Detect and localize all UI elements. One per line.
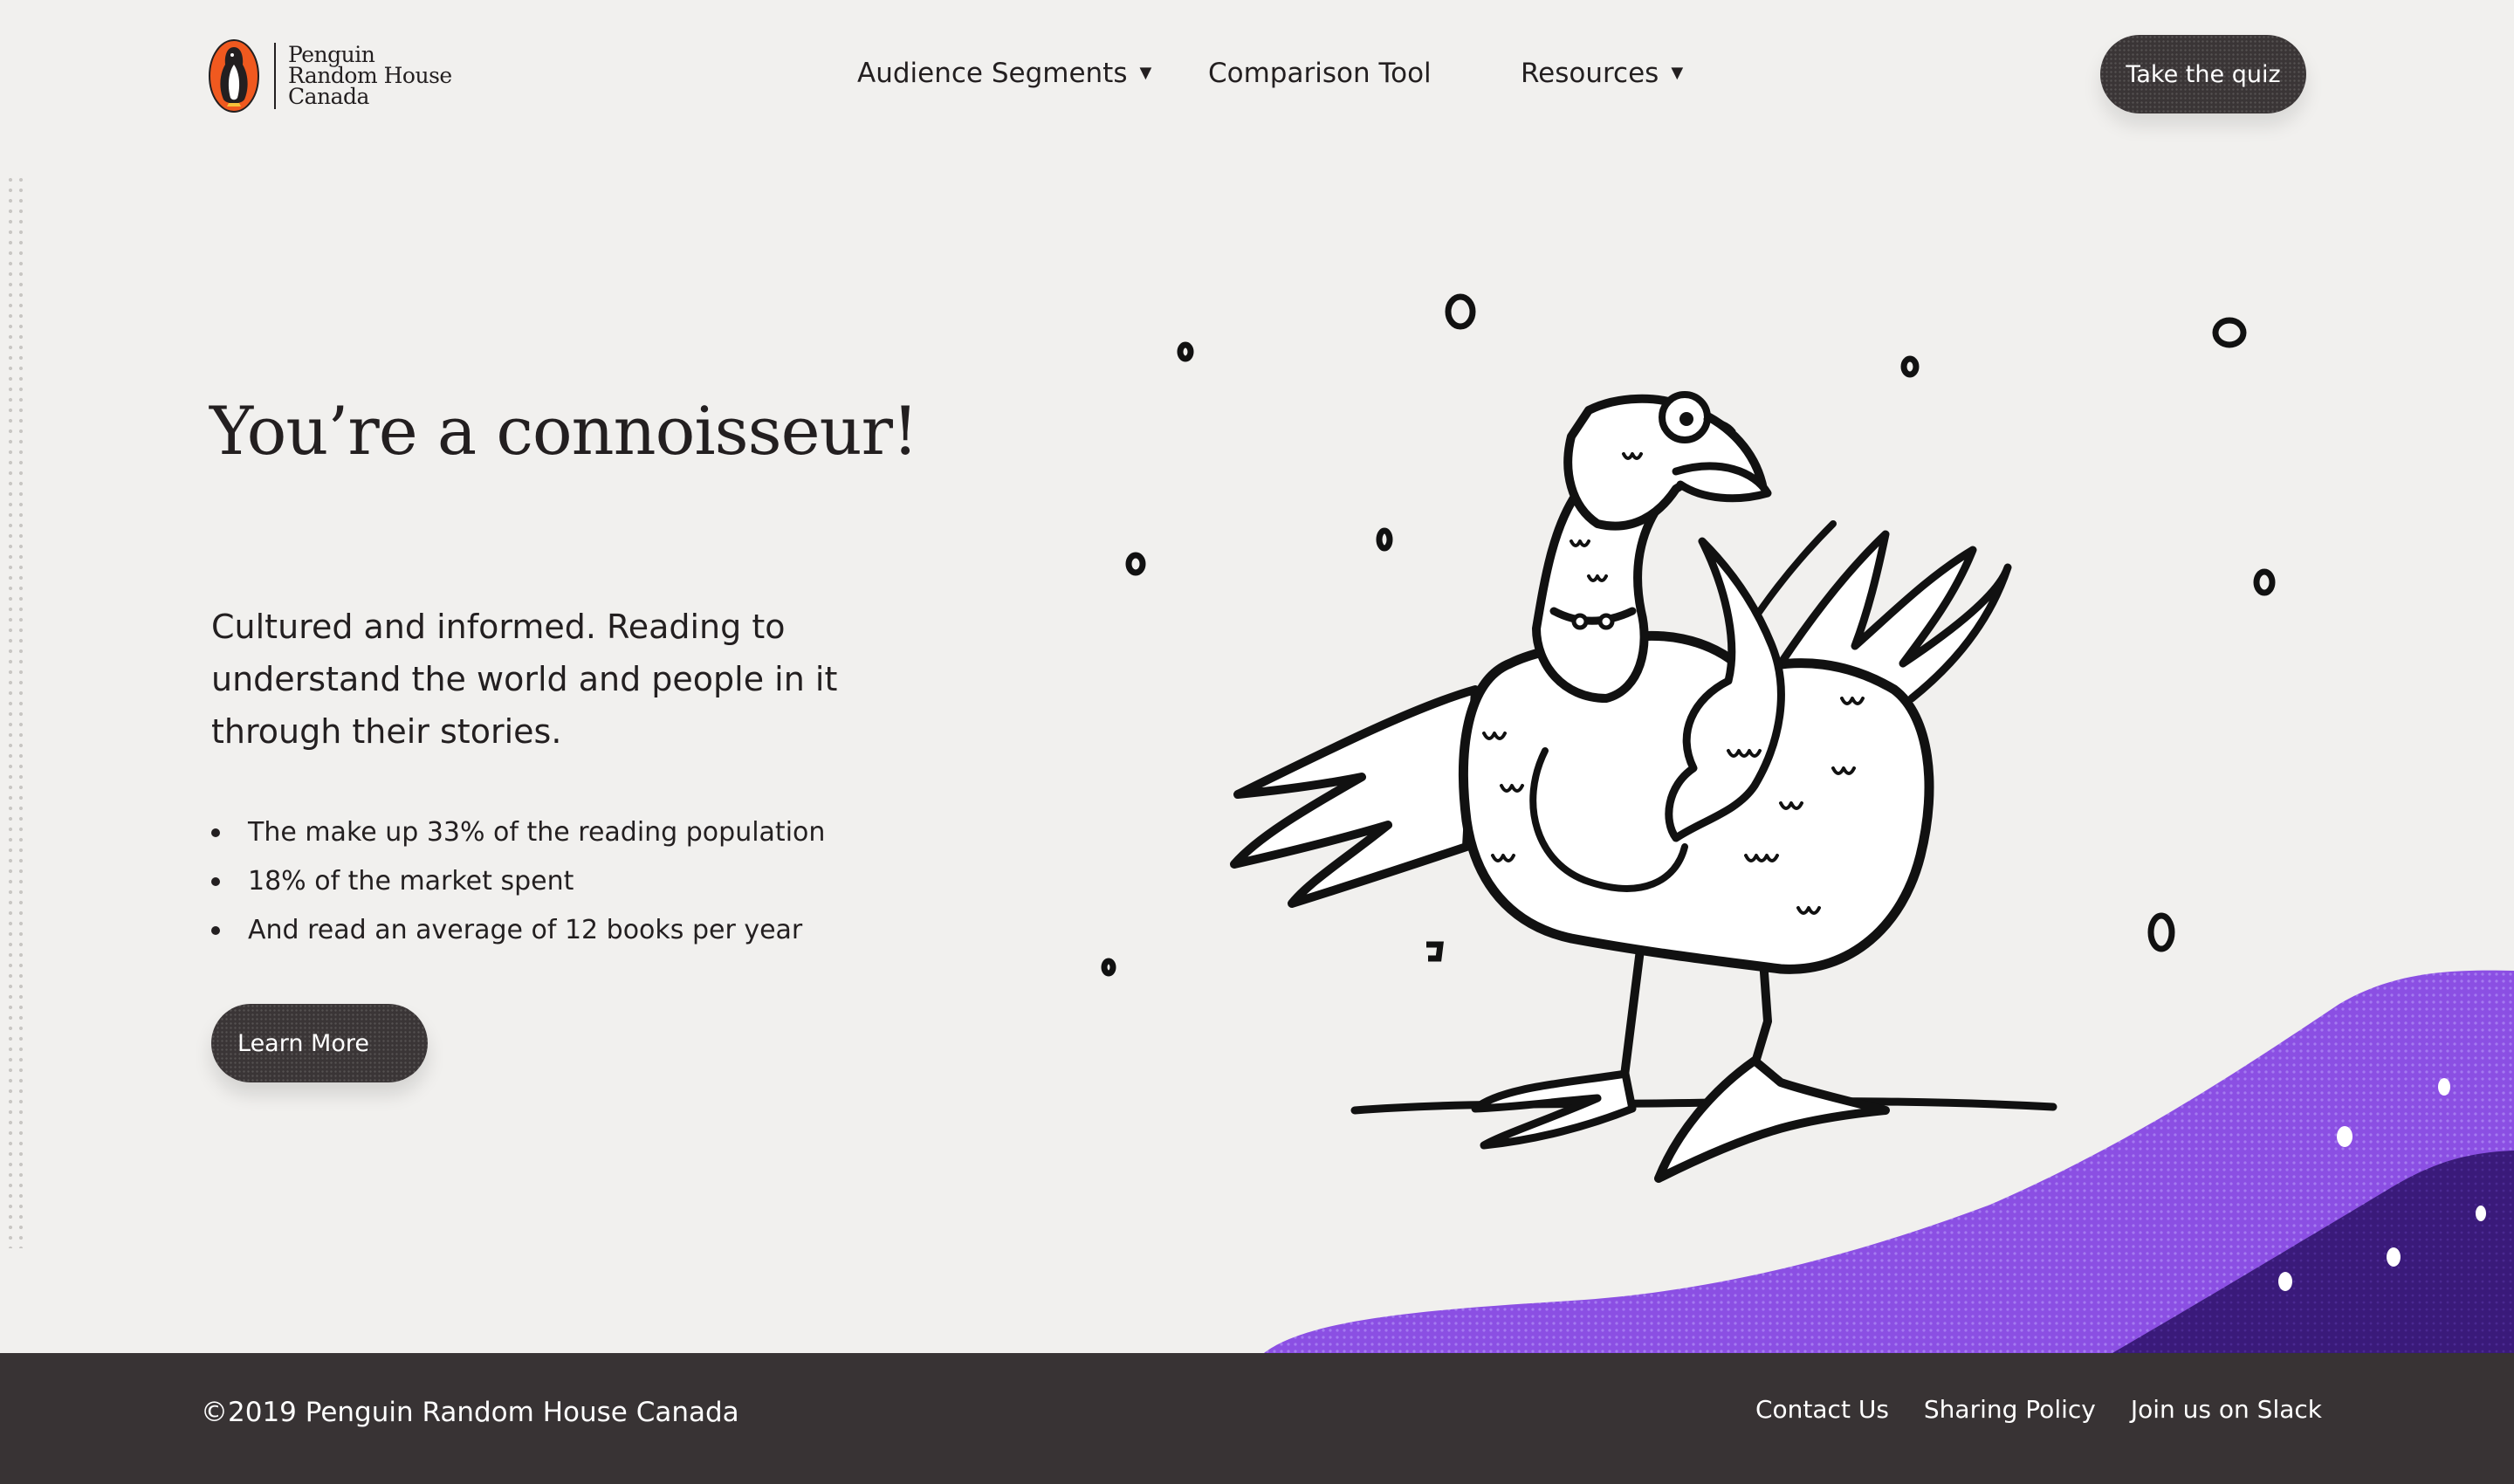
nav-comparison-tool[interactable]: Comparison Tool — [1208, 54, 1432, 93]
nav-audience-segments-label: Audience Segments — [857, 58, 1128, 89]
ink-bubbles — [1101, 293, 2276, 977]
bullet-icon — [211, 926, 220, 935]
nav-audience-segments[interactable]: Audience Segments ▼ — [857, 54, 1151, 93]
join-slack-link[interactable]: Join us on Slack — [2131, 1395, 2322, 1424]
list-item: The make up 33% of the reading populatio… — [211, 808, 825, 857]
site-footer: ©2019 Penguin Random House Canada Contac… — [0, 1353, 2514, 1484]
learn-more-button[interactable]: Learn More — [211, 1004, 428, 1082]
list-item: 18% of the market spent — [211, 857, 825, 906]
footer-links: Contact Us Sharing Policy Join us on Sla… — [1755, 1395, 2322, 1424]
segment-description: Cultured and informed. Reading to unders… — [211, 608, 838, 751]
caret-down-icon: ▼ — [1671, 64, 1684, 82]
segment-stats-list: The make up 33% of the reading populatio… — [211, 808, 825, 955]
stat-text: 18% of the market spent — [248, 866, 574, 897]
contact-us-link[interactable]: Contact Us — [1755, 1395, 1889, 1424]
stat-text: The make up 33% of the reading populatio… — [248, 817, 826, 848]
take-quiz-button[interactable]: Take the quiz — [2100, 35, 2306, 113]
caret-down-icon: ▼ — [1139, 64, 1152, 82]
nav-resources-label: Resources — [1521, 58, 1659, 89]
snow-dots — [2278, 1078, 2486, 1291]
bullet-icon — [211, 828, 220, 837]
bird — [1230, 391, 2012, 1183]
purple-hill-shape — [1264, 970, 2514, 1353]
nav-comparison-tool-label: Comparison Tool — [1208, 58, 1432, 89]
page-title: You’re a connoisseur! — [210, 392, 918, 470]
bullet-icon — [211, 877, 220, 886]
nav-resources[interactable]: Resources ▼ — [1521, 54, 1683, 93]
ground-line — [1350, 1097, 2057, 1115]
stat-text: And read an average of 12 books per year — [248, 915, 803, 945]
list-item: And read an average of 12 books per year — [211, 906, 825, 955]
dotted-side-rule — [5, 175, 26, 1248]
sharing-policy-link[interactable]: Sharing Policy — [1924, 1395, 2096, 1424]
copyright-text: ©2019 Penguin Random House Canada — [201, 1397, 739, 1428]
dark-hill-shape — [2112, 1151, 2514, 1353]
